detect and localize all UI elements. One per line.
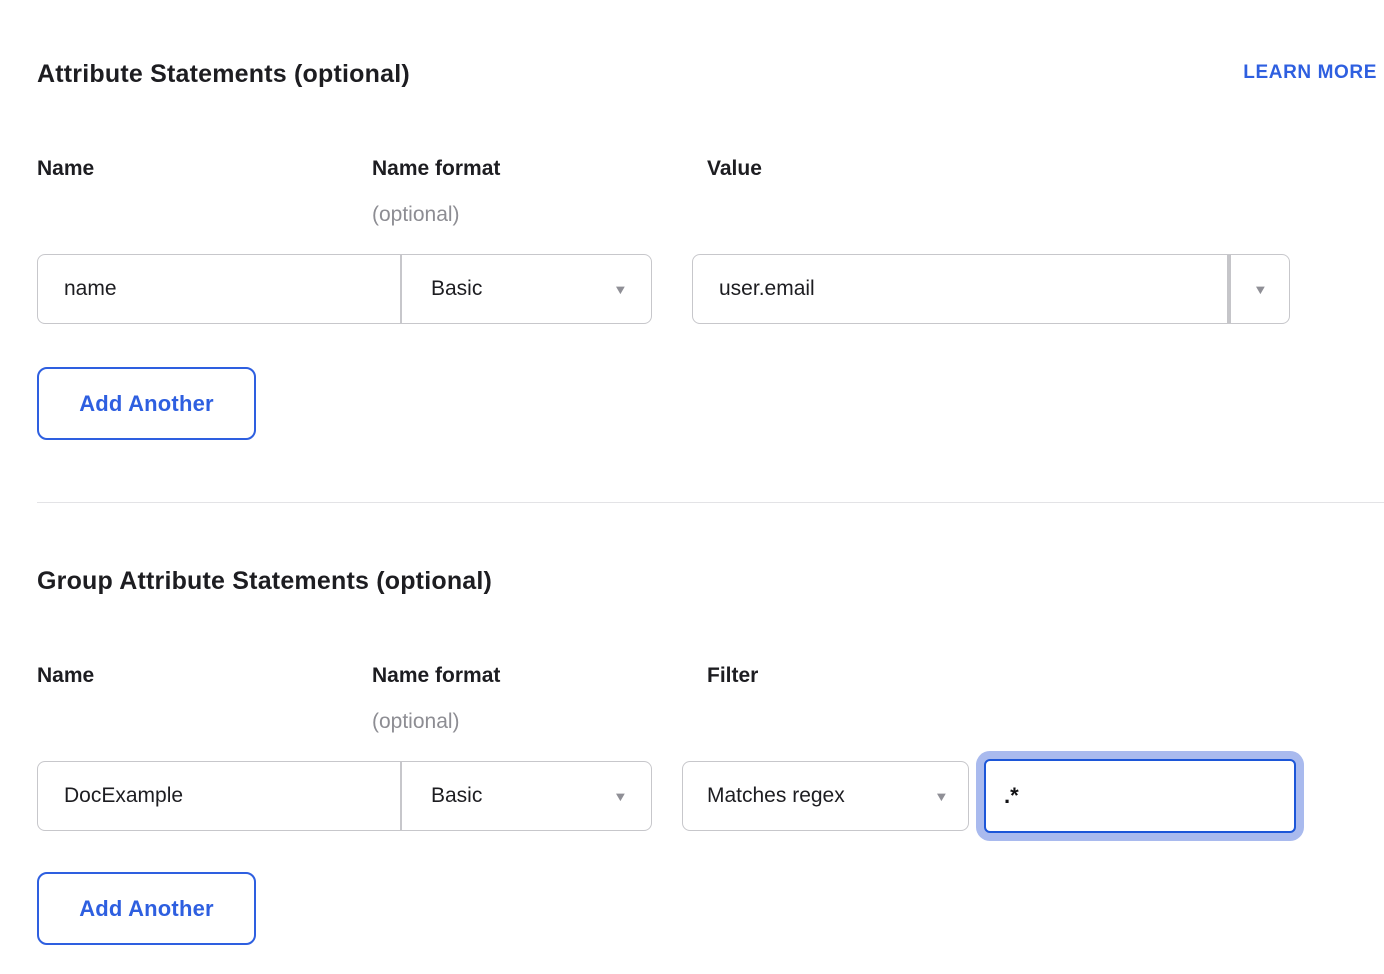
filter-column-label: Filter — [707, 663, 1377, 689]
column-name: Name — [37, 663, 372, 735]
attribute-name-format-value: Basic — [431, 277, 482, 301]
attribute-statement-row: Basic ▼ ▼ — [37, 254, 1377, 324]
name-format-column-label: Name format — [372, 156, 707, 182]
column-name: Name — [37, 156, 372, 228]
column-name-format: Name format (optional) — [372, 663, 707, 735]
column-value: Value — [707, 156, 1377, 228]
group-name-format-select[interactable]: Basic ▼ — [400, 762, 651, 830]
name-column-label: Name — [37, 156, 372, 182]
attribute-name-input[interactable] — [38, 255, 400, 323]
group-name-format-optional-label: (optional) — [372, 709, 707, 735]
learn-more-link[interactable]: LEARN MORE — [1243, 61, 1377, 85]
column-name-format: Name format (optional) — [372, 156, 707, 228]
group-attribute-statements-page: Group Attribute Statements (optional) Na… — [0, 565, 1384, 945]
value-column-label: Value — [707, 156, 1377, 182]
chevron-down-icon: ▼ — [934, 790, 949, 803]
group-attribute-statement-row: Basic ▼ Matches regex ▼ — [37, 761, 1377, 831]
group-name-format-group: Basic ▼ — [37, 761, 652, 831]
group-name-column-label: Name — [37, 663, 372, 689]
attribute-columns-header: Name Name format (optional) Value — [37, 156, 1377, 228]
chevron-down-icon: ▼ — [1253, 283, 1268, 296]
group-name-input[interactable] — [38, 762, 400, 830]
attribute-statements-section-header: Attribute Statements (optional) LEARN MO… — [37, 58, 1377, 90]
group-name-format-value: Basic — [431, 784, 482, 808]
filter-value-input[interactable] — [984, 759, 1296, 833]
group-name-format-column-label: Name format — [372, 663, 707, 689]
group-attribute-columns-header: Name Name format (optional) Filter — [37, 663, 1377, 735]
filter-type-value: Matches regex — [707, 784, 845, 808]
attribute-name-format-group: Basic ▼ — [37, 254, 652, 324]
name-format-optional-label: (optional) — [372, 202, 707, 228]
add-another-group-attribute-button[interactable]: Add Another — [37, 872, 256, 945]
attribute-statements-page: Attribute Statements (optional) LEARN MO… — [0, 0, 1384, 440]
attribute-name-format-select[interactable]: Basic ▼ — [400, 255, 651, 323]
column-filter: Filter — [707, 663, 1377, 735]
add-another-attribute-button[interactable]: Add Another — [37, 367, 256, 440]
attribute-value-input[interactable] — [693, 255, 1227, 323]
filter-type-select[interactable]: Matches regex ▼ — [682, 761, 969, 831]
attribute-value-dropdown-button[interactable]: ▼ — [1227, 255, 1289, 323]
attribute-value-group: ▼ — [692, 254, 1290, 324]
chevron-down-icon: ▼ — [613, 790, 628, 803]
group-attribute-statements-title: Group Attribute Statements (optional) — [37, 565, 1377, 597]
chevron-down-icon: ▼ — [613, 283, 628, 296]
section-divider — [37, 502, 1384, 503]
attribute-statements-title: Attribute Statements (optional) — [37, 58, 410, 90]
